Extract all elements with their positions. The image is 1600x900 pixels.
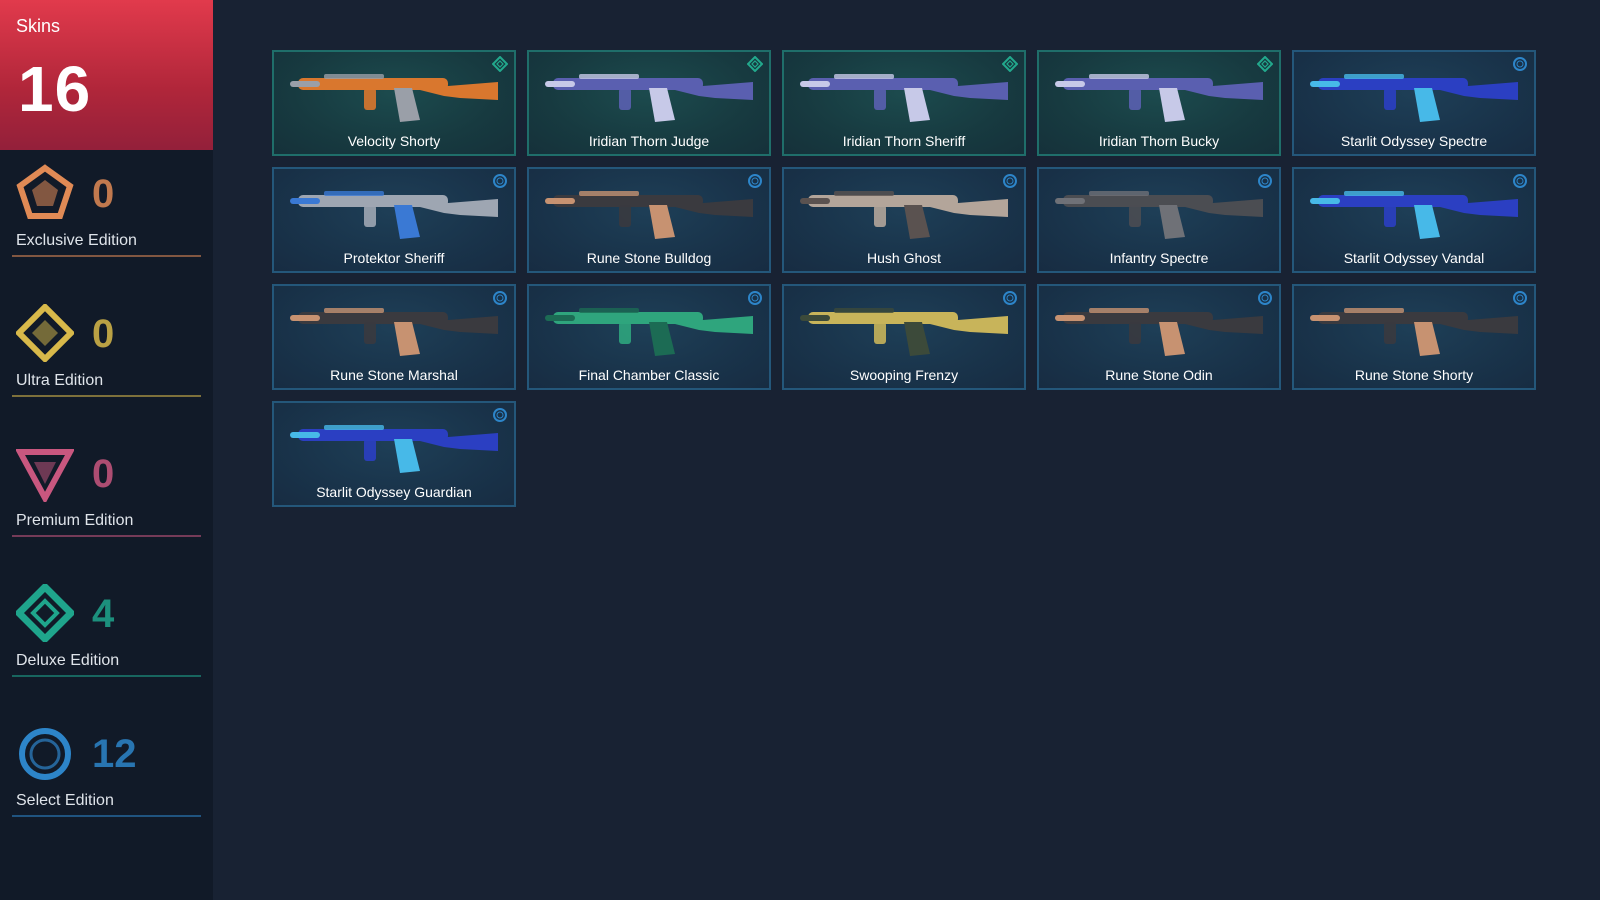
tier-label: Exclusive Edition: [16, 232, 137, 249]
skin-card[interactable]: Swooping Frenzy: [782, 284, 1026, 390]
weapon-image: [1049, 290, 1269, 362]
skin-card[interactable]: Rune Stone Shorty: [1292, 284, 1536, 390]
skins-title: Skins: [16, 16, 61, 36]
skin-name: Starlit Odyssey Vandal: [1343, 250, 1485, 266]
weapon-image: [539, 290, 759, 362]
tier-label: Premium Edition: [16, 512, 134, 529]
skin-card[interactable]: Iridian Thorn Bucky: [1037, 50, 1281, 156]
select-tier-badge-icon: [1512, 173, 1528, 189]
tier-count: 0: [92, 172, 115, 216]
deluxe-tier-badge-icon: [1001, 55, 1019, 73]
skin-name: Velocity Shorty: [347, 133, 441, 149]
skin-card[interactable]: Iridian Thorn Judge: [527, 50, 771, 156]
weapon-image: [1049, 173, 1269, 245]
deluxe-tier-badge-icon: [491, 55, 509, 73]
select-tier-badge-icon: [1257, 173, 1273, 189]
select-tier-badge-icon: [747, 173, 763, 189]
skins-count: 16: [18, 53, 92, 125]
skin-card[interactable]: Starlit Odyssey Vandal: [1292, 167, 1536, 273]
premium-tier-icon: [14, 444, 76, 505]
weapon-image: [539, 56, 759, 128]
select-tier-badge-icon: [1512, 290, 1528, 306]
tier-divider: [12, 815, 201, 817]
skin-name: Protektor Sheriff: [343, 250, 445, 266]
tier-count: 4: [92, 592, 115, 636]
skin-name: Starlit Odyssey Guardian: [316, 484, 472, 500]
skin-name: Rune Stone Bulldog: [586, 250, 712, 266]
skin-card[interactable]: Iridian Thorn Sheriff: [782, 50, 1026, 156]
skin-card[interactable]: Rune Stone Bulldog: [527, 167, 771, 273]
skin-card[interactable]: Rune Stone Odin: [1037, 284, 1281, 390]
exclusive-tier-icon: [16, 164, 74, 222]
weapon-image: [539, 173, 759, 245]
weapon-image: [284, 407, 504, 479]
skin-name: Swooping Frenzy: [849, 367, 959, 383]
weapon-image: [284, 56, 504, 128]
skin-card[interactable]: Infantry Spectre: [1037, 167, 1281, 273]
skin-name: Iridian Thorn Sheriff: [842, 133, 966, 149]
skins-summary: Skins 16: [0, 0, 213, 150]
ultra-tier-icon: [14, 302, 76, 364]
tier-label: Ultra Edition: [16, 372, 104, 389]
skin-card[interactable]: Final Chamber Classic: [527, 284, 771, 390]
tier-divider: [12, 395, 201, 397]
select-tier-badge-icon: [1002, 173, 1018, 189]
skin-name: Infantry Spectre: [1109, 250, 1209, 266]
weapon-image: [284, 290, 504, 362]
tier-premium[interactable]: 0 Premium Edition: [12, 444, 201, 544]
skin-name: Final Chamber Classic: [578, 367, 720, 383]
tier-count: 12: [92, 732, 137, 776]
weapon-image: [1049, 56, 1269, 128]
skin-name: Rune Stone Shorty: [1354, 367, 1474, 383]
tier-select[interactable]: 12 Select Edition: [12, 724, 201, 824]
select-tier-badge-icon: [1257, 290, 1273, 306]
tier-count: 0: [92, 452, 115, 496]
select-tier-badge-icon: [492, 173, 508, 189]
tier-ultra[interactable]: 0 Ultra Edition: [12, 302, 201, 404]
tier-exclusive[interactable]: 0 Exclusive Edition: [12, 164, 201, 264]
deluxe-tier-icon: [14, 582, 76, 644]
tier-divider: [12, 255, 201, 257]
select-tier-badge-icon: [1512, 56, 1528, 72]
skin-card[interactable]: Velocity Shorty: [272, 50, 516, 156]
skin-name: Starlit Odyssey Spectre: [1340, 133, 1488, 149]
tier-label: Select Edition: [16, 792, 114, 809]
skin-name: Rune Stone Marshal: [330, 367, 458, 383]
weapon-image: [1304, 56, 1524, 128]
tier-divider: [12, 675, 201, 677]
weapon-image: [794, 290, 1014, 362]
select-tier-badge-icon: [1002, 290, 1018, 306]
skin-name: Iridian Thorn Bucky: [1098, 133, 1220, 149]
select-tier-icon: [16, 724, 74, 782]
select-tier-badge-icon: [747, 290, 763, 306]
skin-card[interactable]: Starlit Odyssey Spectre: [1292, 50, 1536, 156]
tier-deluxe[interactable]: 4 Deluxe Edition: [12, 582, 201, 684]
skin-card[interactable]: Protektor Sheriff: [272, 167, 516, 273]
tier-divider: [12, 535, 201, 537]
weapon-image: [284, 173, 504, 245]
select-tier-badge-icon: [492, 290, 508, 306]
tier-label: Deluxe Edition: [16, 652, 120, 669]
weapon-image: [1304, 290, 1524, 362]
deluxe-tier-badge-icon: [1256, 55, 1274, 73]
skin-name: Iridian Thorn Judge: [588, 133, 710, 149]
skin-card[interactable]: Rune Stone Marshal: [272, 284, 516, 390]
deluxe-tier-badge-icon: [746, 55, 764, 73]
select-tier-badge-icon: [492, 407, 508, 423]
tier-sidebar: Skins 16 0 Exclusive Edition 0 Ultra Editio…: [0, 0, 213, 900]
skin-name: Hush Ghost: [867, 250, 941, 266]
skin-name: Rune Stone Odin: [1105, 367, 1213, 383]
skin-card[interactable]: Starlit Odyssey Guardian: [272, 401, 516, 507]
tier-count: 0: [92, 312, 115, 356]
weapon-image: [794, 56, 1014, 128]
weapon-image: [794, 173, 1014, 245]
skin-card[interactable]: Hush Ghost: [782, 167, 1026, 273]
weapon-image: [1304, 173, 1524, 245]
